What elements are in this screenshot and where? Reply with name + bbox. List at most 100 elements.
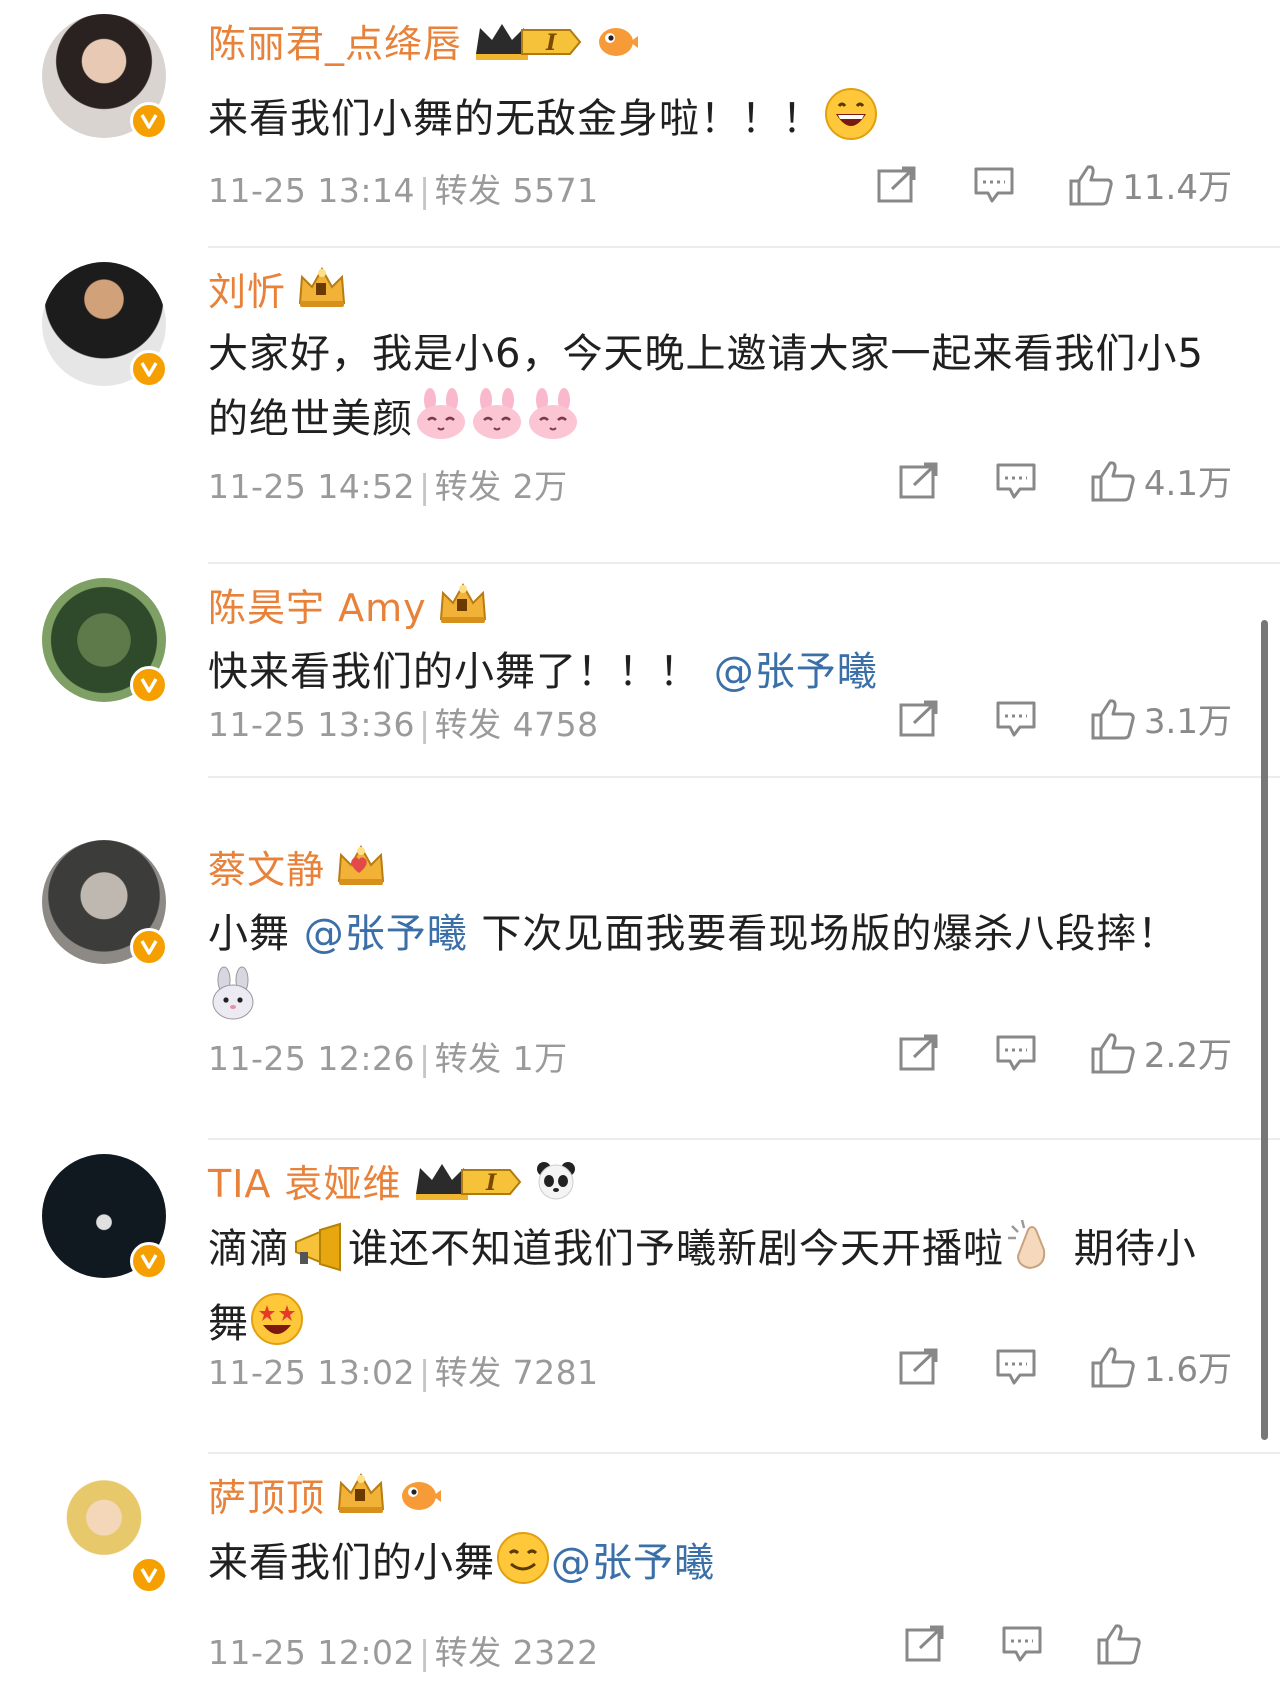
svg-text:I: I bbox=[485, 1170, 497, 1196]
like-count: 3.1万 bbox=[1143, 702, 1232, 742]
comment-text: 来看我们的小舞 @张予曦 bbox=[208, 1530, 1218, 1605]
like-count: 1.6万 bbox=[1143, 1350, 1232, 1390]
avatar[interactable] bbox=[42, 840, 168, 966]
thumbs-up-icon bbox=[1090, 1345, 1136, 1389]
crown-badge-icon[interactable] bbox=[335, 1471, 387, 1517]
repost-count: 1万 bbox=[512, 1039, 568, 1078]
separator: | bbox=[418, 1353, 431, 1392]
scrollbar[interactable] bbox=[1261, 620, 1268, 1440]
comment-text: 小舞 @张予曦 下次见面我要看现场版的爆杀八段摔！ bbox=[208, 902, 1218, 1041]
share-icon[interactable] bbox=[898, 1033, 942, 1073]
comment-text-segment: 来看我们小舞的无敌金身啦！！！ bbox=[208, 96, 823, 142]
username[interactable]: 陈丽君_点绛唇 bbox=[208, 13, 462, 68]
panda-badge-icon[interactable] bbox=[534, 1159, 578, 1201]
share-icon[interactable] bbox=[898, 1347, 942, 1387]
share-icon[interactable] bbox=[876, 165, 920, 205]
megaphone-emoji-icon bbox=[290, 1222, 348, 1291]
comment-text: 来看我们小舞的无敌金身啦！！！ bbox=[208, 86, 1218, 161]
comment-meta: 11-25 13:14 | 转发 5571 bbox=[208, 164, 599, 212]
share-icon[interactable] bbox=[904, 1624, 948, 1664]
comment-icon[interactable] bbox=[994, 1033, 1038, 1073]
share-icon[interactable] bbox=[898, 699, 942, 739]
repost-count: 2万 bbox=[512, 467, 568, 506]
comment-text-segment: 谁还不知道我们予曦新剧今天开播啦 bbox=[348, 1226, 1004, 1272]
like-button[interactable]: 3.1万 bbox=[1090, 694, 1232, 743]
timestamp: 11-25 12:26 bbox=[208, 1039, 415, 1078]
thumbs-up-icon bbox=[1068, 163, 1114, 207]
username[interactable]: 萨顶顶 bbox=[208, 1467, 325, 1522]
comment-icon[interactable] bbox=[994, 461, 1038, 501]
thumbs-up-icon bbox=[1090, 697, 1136, 741]
username-row: 蔡文静 bbox=[208, 840, 387, 892]
crown-vip-1-badge-icon[interactable]: I bbox=[412, 1158, 524, 1202]
comment-text-segment: 滴滴 bbox=[208, 1226, 290, 1272]
like-button[interactable]: 1.6万 bbox=[1090, 1342, 1232, 1391]
comment-meta: 11-25 12:26 | 转发 1万 bbox=[208, 1032, 568, 1080]
comment-icon[interactable] bbox=[994, 1347, 1038, 1387]
like-button[interactable]: 11.4万 bbox=[1068, 160, 1232, 209]
comment-meta: 11-25 14:52 | 转发 2万 bbox=[208, 460, 568, 508]
comment-text-segment: 大家好，我是小6，今天晚上邀请大家一起来看我们小5的绝世美颜 bbox=[208, 331, 1204, 442]
username[interactable]: 蔡文静 bbox=[208, 839, 325, 894]
repost-label: 转发 bbox=[434, 467, 502, 506]
pufferfish-badge-icon[interactable] bbox=[397, 1474, 443, 1514]
verified-v-icon bbox=[130, 350, 168, 388]
timestamp: 11-25 13:36 bbox=[208, 705, 415, 744]
verified-v-icon bbox=[130, 1556, 168, 1594]
like-button[interactable]: 2.2万 bbox=[1090, 1028, 1232, 1077]
clapping-emoji-icon bbox=[1004, 1216, 1060, 1291]
repost-label: 转发 bbox=[434, 1633, 502, 1672]
grinning-emoji-icon bbox=[823, 86, 879, 161]
pufferfish-badge-icon[interactable] bbox=[594, 20, 640, 60]
comment-icon[interactable] bbox=[972, 165, 1016, 205]
crown-vip-1-badge-icon[interactable]: I bbox=[472, 18, 584, 62]
timestamp: 11-25 12:02 bbox=[208, 1633, 415, 1672]
crown-badge-icon[interactable] bbox=[296, 265, 348, 311]
comment-icon[interactable] bbox=[994, 699, 1038, 739]
username-row: 萨顶顶 bbox=[208, 1468, 443, 1520]
username[interactable]: 陈昊宇 Amy bbox=[208, 577, 427, 632]
comment-actions: 4.1万 bbox=[898, 456, 1232, 505]
share-icon[interactable] bbox=[898, 461, 942, 501]
verified-v-icon bbox=[130, 666, 168, 704]
avatar[interactable] bbox=[42, 578, 168, 704]
like-button[interactable]: 4.1万 bbox=[1090, 456, 1232, 505]
bunny-face-emoji-icon bbox=[525, 386, 581, 461]
mention-link[interactable]: @张予曦 bbox=[714, 649, 878, 695]
repost-count: 2322 bbox=[512, 1633, 599, 1672]
username-row: TIA 袁娅维 I bbox=[208, 1154, 578, 1206]
like-button[interactable] bbox=[1096, 1622, 1150, 1666]
comment-actions: 2.2万 bbox=[898, 1028, 1232, 1077]
comment-icon[interactable] bbox=[1000, 1624, 1044, 1664]
divider bbox=[208, 562, 1280, 564]
username-row: 陈昊宇 Amy bbox=[208, 578, 489, 630]
verified-v-icon bbox=[130, 102, 168, 140]
thumbs-up-icon bbox=[1096, 1622, 1142, 1666]
like-count: 4.1万 bbox=[1143, 464, 1232, 504]
crown-badge-icon[interactable] bbox=[437, 581, 489, 627]
divider bbox=[208, 776, 1280, 778]
mention-link[interactable]: @张予曦 bbox=[304, 911, 468, 957]
comment-text-segment: 下次见面我要看现场版的爆杀八段摔！ bbox=[467, 911, 1179, 957]
username[interactable]: TIA 袁娅维 bbox=[208, 1153, 402, 1208]
like-count: 11.4万 bbox=[1122, 168, 1232, 208]
mention-link[interactable]: @张予曦 bbox=[551, 1540, 715, 1586]
avatar[interactable] bbox=[42, 1154, 168, 1280]
comment-actions: 11.4万 bbox=[876, 160, 1232, 209]
repost-label: 转发 bbox=[434, 705, 502, 744]
comment-text: 大家好，我是小6，今天晚上邀请大家一起来看我们小5的绝世美颜 bbox=[208, 322, 1218, 461]
avatar[interactable] bbox=[42, 262, 168, 388]
svg-text:I: I bbox=[545, 30, 557, 56]
repost-count: 4758 bbox=[512, 705, 599, 744]
timestamp: 11-25 14:52 bbox=[208, 467, 415, 506]
heart-crown-badge-icon[interactable] bbox=[335, 843, 387, 889]
username-row: 陈丽君_点绛唇 I bbox=[208, 14, 640, 66]
verified-v-icon bbox=[130, 1242, 168, 1280]
avatar[interactable] bbox=[42, 1468, 168, 1594]
username[interactable]: 刘忻 bbox=[208, 261, 286, 316]
bunny-face-emoji-icon bbox=[413, 386, 469, 461]
avatar[interactable] bbox=[42, 14, 168, 140]
comment-meta: 11-25 13:02 | 转发 7281 bbox=[208, 1346, 599, 1394]
